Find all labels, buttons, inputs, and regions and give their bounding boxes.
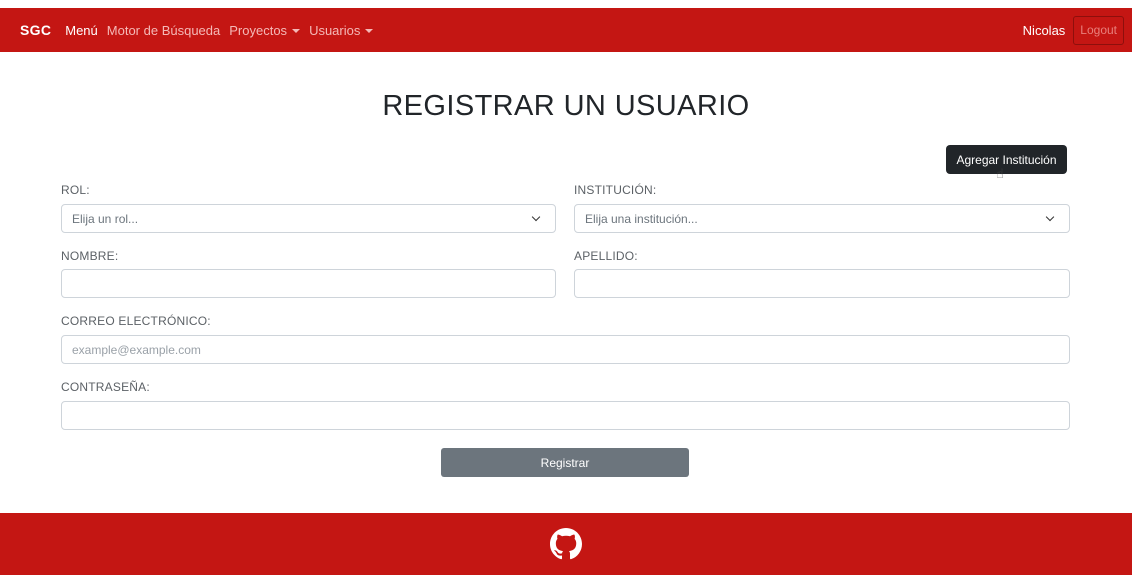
nav-users-label: Usuarios xyxy=(309,22,361,38)
password-input[interactable] xyxy=(61,401,1070,430)
current-user-name: Nicolas xyxy=(1022,22,1066,38)
hand-cursor-icon: ☝ xyxy=(996,166,1004,181)
surname-input[interactable] xyxy=(574,269,1070,298)
surname-label: APELLIDO: xyxy=(574,249,638,263)
logout-button[interactable]: Logout xyxy=(1073,15,1124,45)
window-top-strip xyxy=(0,0,1132,8)
nav-users-dropdown[interactable]: Usuarios xyxy=(309,22,374,38)
page-footer xyxy=(0,513,1132,575)
name-label: NOMBRE: xyxy=(61,249,119,263)
email-input[interactable]: example@example.com xyxy=(61,335,1070,364)
top-navbar: SGC Menú Motor de Búsqueda Proyectos Usu… xyxy=(0,8,1132,52)
nav-projects-label: Proyectos xyxy=(229,22,288,38)
caret-down-icon xyxy=(292,28,301,33)
nav-menu-link[interactable]: Menú xyxy=(65,23,98,38)
name-input[interactable] xyxy=(61,269,556,298)
github-icon[interactable] xyxy=(550,528,582,560)
page-title: REGISTRAR UN USUARIO xyxy=(382,90,750,122)
institution-select-value: Elija una institución... xyxy=(585,211,698,226)
brand-logo[interactable]: SGC xyxy=(20,22,51,38)
nav-projects-dropdown[interactable]: Proyectos xyxy=(229,22,301,38)
chevron-down-icon xyxy=(1045,212,1055,221)
institution-select[interactable]: Elija una institución... xyxy=(574,204,1070,233)
chevron-down-icon xyxy=(531,212,541,221)
register-button[interactable]: Registrar xyxy=(441,448,689,477)
password-label: CONTRASEÑA: xyxy=(61,380,150,394)
role-label: ROL: xyxy=(61,183,90,197)
role-select-value: Elija un rol... xyxy=(72,211,139,226)
nav-menu-label: Menú xyxy=(65,22,98,38)
add-institution-tooltip[interactable]: Agregar Institución xyxy=(946,145,1067,174)
nav-search-engine-label: Motor de Búsqueda xyxy=(106,22,221,38)
caret-down-icon xyxy=(365,28,374,33)
role-select[interactable]: Elija un rol... xyxy=(61,204,556,233)
institution-label: INSTITUCIÓN: xyxy=(574,183,657,197)
email-input-placeholder: example@example.com xyxy=(72,342,201,357)
nav-search-engine-link[interactable]: Motor de Búsqueda xyxy=(107,23,220,38)
email-label: CORREO ELECTRÓNICO: xyxy=(61,314,211,328)
